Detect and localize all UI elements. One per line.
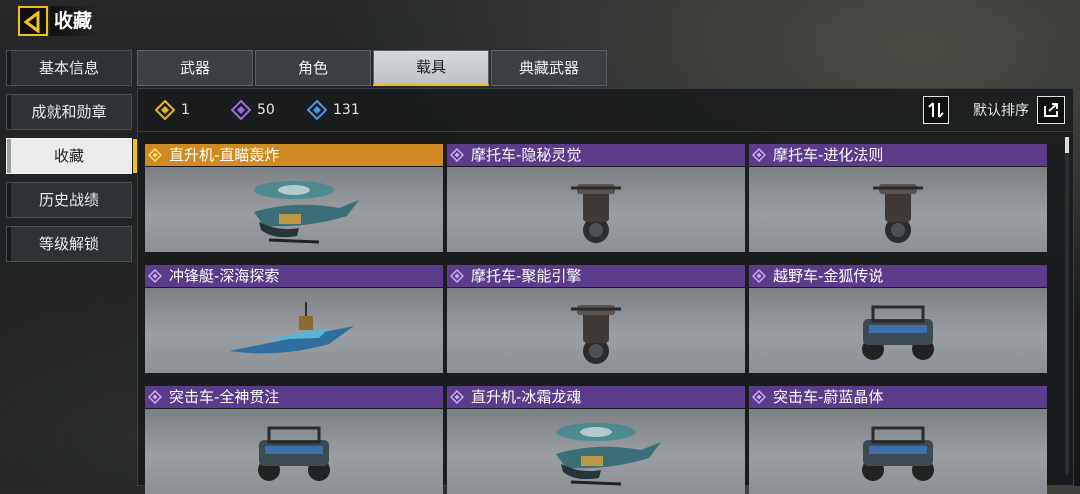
vehicle-thumbnail — [447, 167, 745, 252]
vehicle-card-header: 突击车-蔚蓝晶体 — [749, 386, 1047, 408]
stat-count: 131 — [333, 102, 360, 118]
share-button[interactable] — [1037, 96, 1065, 124]
vehicle-card[interactable]: 突击车-全神贯注 — [145, 386, 443, 494]
share-icon — [1044, 103, 1058, 117]
tab-weapons[interactable]: 武器 — [137, 50, 253, 86]
legendary-diamond-icon — [155, 100, 175, 120]
vehicle-card-header: 直升机-直瞄轰炸 — [145, 144, 443, 166]
stat-count: 50 — [257, 102, 275, 118]
vehicle-card-header: 突击车-全神贯注 — [145, 386, 443, 408]
stats-bar: 1 50 131 默认排序 — [138, 89, 1073, 132]
back-button[interactable] — [18, 6, 48, 36]
vehicle-card[interactable]: 摩托车-隐秘灵觉 — [447, 144, 745, 252]
tab-label: 武器 — [179, 59, 210, 77]
sidebar-item-level-unlock[interactable]: 等级解锁 — [6, 226, 132, 262]
epic-diamond-icon — [752, 269, 766, 283]
epic-diamond-icon — [148, 390, 162, 404]
scrollbar[interactable] — [1065, 137, 1069, 475]
motorcycle-icon — [571, 183, 621, 243]
buggy-icon — [862, 305, 934, 360]
sidebar-item-label: 基本信息 — [38, 59, 99, 77]
epic-diamond-icon — [450, 148, 464, 162]
vehicle-thumbnail — [145, 167, 443, 252]
vehicle-card-header: 摩托车-隐秘灵觉 — [447, 144, 745, 166]
sidebar-item-achievements[interactable]: 成就和勋章 — [6, 94, 132, 130]
tab-label: 载具 — [415, 58, 446, 76]
vehicle-card-header: 摩托车-进化法则 — [749, 144, 1047, 166]
tab-legendary-weapons[interactable]: 典藏武器 — [491, 50, 607, 86]
vehicle-card-header: 摩托车-聚能引擎 — [447, 265, 745, 287]
vehicle-name: 直升机-冰霜龙魂 — [471, 388, 582, 406]
vehicle-name: 摩托车-聚能引擎 — [471, 267, 582, 285]
sidebar-item-label: 收藏 — [53, 147, 84, 165]
stat-count: 1 — [181, 102, 190, 118]
motorcycle-icon — [571, 304, 621, 364]
vehicle-card-header: 冲锋艇-深海探索 — [145, 265, 443, 287]
vehicle-card[interactable]: 越野车-金狐传说 — [749, 265, 1047, 373]
vehicle-thumbnail — [749, 288, 1047, 373]
buggy-icon — [862, 426, 934, 481]
vehicle-card-header: 直升机-冰霜龙魂 — [447, 386, 745, 408]
vehicle-card[interactable]: 突击车-蔚蓝晶体 — [749, 386, 1047, 494]
epic-diamond-icon — [450, 390, 464, 404]
rare-diamond-icon — [307, 100, 327, 120]
buggy-icon — [258, 426, 330, 481]
tab-vehicles[interactable]: 载具 — [373, 50, 489, 86]
vehicle-thumbnail — [749, 409, 1047, 494]
vehicle-card[interactable]: 摩托车-进化法则 — [749, 144, 1047, 252]
motorcycle-icon — [873, 183, 923, 243]
epic-diamond-icon — [752, 390, 766, 404]
vehicle-thumbnail — [145, 288, 443, 373]
sidebar-item-label: 历史战绩 — [38, 191, 99, 209]
vehicle-name: 突击车-蔚蓝晶体 — [773, 388, 884, 406]
epic-diamond-icon — [148, 269, 162, 283]
sidebar-item-label: 等级解锁 — [38, 235, 99, 253]
collection-panel: 1 50 131 默认排序 直升机-直瞄轰炸 摩托车-隐秘灵觉 摩托车-进化法则… — [137, 88, 1074, 494]
page-title: 收藏 — [50, 6, 99, 36]
vehicle-name: 突击车-全神贯注 — [169, 388, 280, 406]
vehicle-thumbnail — [749, 167, 1047, 252]
helicopter-icon — [556, 422, 661, 485]
tab-characters[interactable]: 角色 — [255, 50, 371, 86]
sort-icon — [928, 102, 944, 118]
tab-label: 角色 — [297, 59, 328, 77]
epic-diamond-icon — [752, 148, 766, 162]
sidebar-item-match-history[interactable]: 历史战绩 — [6, 182, 132, 218]
boat-icon — [229, 301, 354, 353]
vehicle-card[interactable]: 直升机-冰霜龙魂 — [447, 386, 745, 494]
vehicle-thumbnail — [447, 409, 745, 494]
vehicle-card[interactable]: 摩托车-聚能引擎 — [447, 265, 745, 373]
vehicle-name: 冲锋艇-深海探索 — [169, 267, 280, 285]
vehicle-thumbnail — [145, 409, 443, 494]
vehicle-name: 越野车-金狐传说 — [773, 267, 884, 285]
sidebar-item-basic-info[interactable]: 基本信息 — [6, 50, 132, 86]
vehicle-card[interactable]: 冲锋艇-深海探索 — [145, 265, 443, 373]
vehicle-name: 直升机-直瞄轰炸 — [169, 146, 280, 164]
vehicle-name: 摩托车-进化法则 — [773, 146, 884, 164]
tab-label: 典藏武器 — [518, 59, 579, 77]
helicopter-icon — [254, 180, 359, 243]
back-arrow-icon — [23, 11, 40, 33]
vehicle-card-header: 越野车-金狐传说 — [749, 265, 1047, 287]
sort-label[interactable]: 默认排序 — [973, 100, 1029, 120]
sidebar-item-collection[interactable]: 收藏 — [6, 138, 137, 174]
sort-button[interactable] — [923, 96, 949, 124]
vehicle-thumbnail — [447, 288, 745, 373]
vehicle-card[interactable]: 直升机-直瞄轰炸 — [145, 144, 443, 252]
legendary-diamond-icon — [148, 148, 162, 162]
vehicle-name: 摩托车-隐秘灵觉 — [471, 146, 582, 164]
epic-diamond-icon — [231, 100, 251, 120]
scroll-thumb[interactable] — [1065, 137, 1069, 153]
epic-diamond-icon — [450, 269, 464, 283]
sidebar-item-label: 成就和勋章 — [31, 103, 107, 121]
